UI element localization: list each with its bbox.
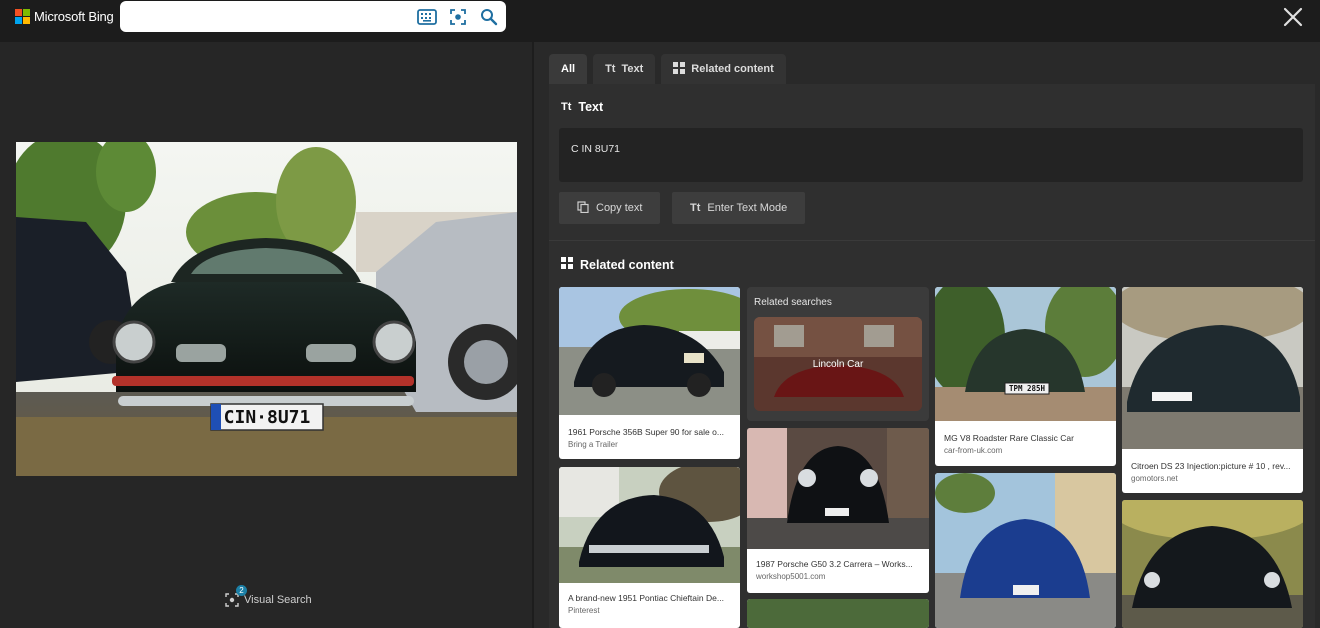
query-image[interactable]: CIN·8U71 [16, 142, 517, 476]
extracted-text-box[interactable]: C IN 8U71 [559, 128, 1303, 182]
related-image [559, 467, 740, 583]
visual-search-count-badge: 2 [236, 585, 247, 596]
related-image [559, 287, 740, 415]
result-tabs: All Tt Text Related content [549, 54, 786, 84]
mg-plate-text: TPM 285H [1009, 384, 1046, 393]
results-pane: All Tt Text Related content Tt Text C IN… [534, 42, 1320, 628]
related-source: Pinterest [568, 606, 600, 615]
search-box[interactable] [120, 1, 506, 32]
related-search-lincoln-car[interactable]: Lincoln Car [754, 317, 922, 411]
related-caption: MG V8 Roadster Rare Classic Car [944, 433, 1074, 443]
related-image [935, 473, 1116, 628]
results-panel: Tt Text C IN 8U71 Copy text Tt Enter Tex… [549, 84, 1315, 628]
related-searches-card[interactable]: Related searches Lincoln Car [747, 287, 929, 421]
related-section-title: Related content [561, 257, 674, 272]
text-section-icon: Tt [561, 101, 572, 113]
related-section-label: Related content [580, 257, 674, 272]
tab-text[interactable]: Tt Text [593, 54, 656, 84]
related-image [747, 428, 929, 549]
related-caption: 1987 Porsche G50 3.2 Carrera – Works... [756, 559, 913, 569]
related-image [1122, 500, 1303, 628]
enter-text-mode-button[interactable]: Tt Enter Text Mode [672, 192, 806, 224]
related-source: car-from-uk.com [944, 446, 1003, 455]
related-search-label: Lincoln Car [812, 359, 864, 370]
visual-search-small-icon: 2 [225, 585, 247, 607]
related-card-mg-v8[interactable]: TPM 285H MG V8 Roadster Rare Classic Car… [935, 287, 1116, 466]
related-source: Bring a Trailer [568, 440, 618, 449]
keyboard-icon[interactable] [417, 7, 437, 27]
section-divider [549, 240, 1315, 241]
related-caption: 1961 Porsche 356B Super 90 for sale o... [568, 427, 724, 437]
copy-icon [577, 200, 589, 216]
related-card-porsche-356[interactable]: 1961 Porsche 356B Super 90 for sale o...… [559, 287, 740, 459]
related-source: gomotors.net [1131, 474, 1178, 483]
copy-text-button[interactable]: Copy text [559, 192, 661, 224]
text-mode-icon: Tt [690, 202, 701, 214]
enter-text-mode-label: Enter Text Mode [707, 202, 788, 214]
related-caption: Citroen DS 23 Injection:picture # 10 , r… [1131, 461, 1291, 471]
search-input[interactable] [128, 6, 412, 28]
visual-search-icon[interactable] [448, 7, 468, 27]
related-caption: A brand-new 1951 Pontiac Chieftain De... [568, 593, 724, 603]
related-image [747, 599, 929, 628]
license-plate-text: CIN·8U71 [224, 407, 311, 428]
related-image: TPM 285H [935, 287, 1116, 421]
brand-name: Microsoft Bing [34, 9, 114, 24]
microsoft-logo-icon [15, 9, 30, 24]
text-icon: Tt [605, 63, 616, 75]
close-icon[interactable] [1281, 5, 1305, 29]
bing-brand[interactable]: Microsoft Bing [15, 9, 114, 24]
related-searches-title: Related searches [754, 297, 832, 308]
tab-text-label: Text [621, 63, 644, 75]
text-section-title: Tt Text [561, 100, 603, 114]
extracted-text[interactable]: C IN 8U71 [571, 143, 620, 155]
copy-text-label: Copy text [596, 202, 643, 214]
tab-related-content[interactable]: Related content [661, 54, 786, 84]
related-image [1122, 287, 1303, 449]
related-grid-icon [561, 257, 573, 272]
related-card-black-coupe[interactable] [1122, 500, 1303, 628]
related-card-pontiac[interactable]: A brand-new 1951 Pontiac Chieftain De...… [559, 467, 740, 628]
search-icon[interactable] [479, 7, 499, 27]
related-card-citroen-ds[interactable]: Citroen DS 23 Injection:picture # 10 , r… [1122, 287, 1303, 493]
visual-search-button[interactable]: 2 Visual Search [225, 585, 312, 607]
tab-related-label: Related content [691, 63, 774, 75]
related-source: workshop5001.com [756, 572, 826, 581]
visual-search-label: Visual Search [244, 594, 312, 606]
tab-all-label: All [561, 63, 576, 75]
text-section-label: Text [578, 100, 604, 114]
related-card-partial[interactable] [747, 599, 929, 628]
grid-icon [673, 61, 686, 77]
top-bar: Microsoft Bing [0, 0, 1320, 42]
related-card-porsche-g50[interactable]: 1987 Porsche G50 3.2 Carrera – Works... … [747, 428, 929, 593]
related-card-blue-car[interactable] [935, 473, 1116, 628]
tab-all[interactable]: All [549, 54, 588, 84]
query-image-pane: CIN·8U71 2 Visual Search [0, 42, 532, 628]
